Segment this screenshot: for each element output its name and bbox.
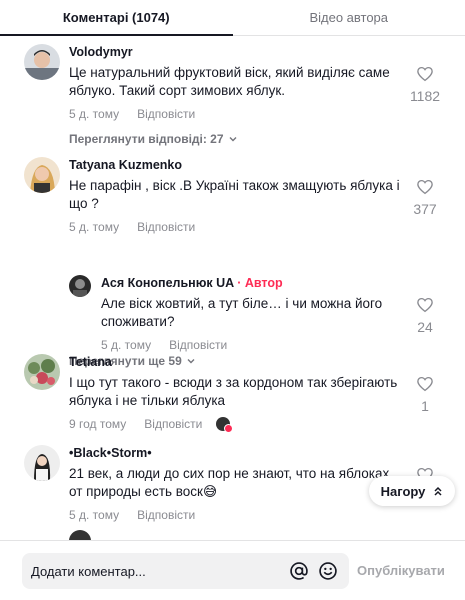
comment-time: 5 д. тому bbox=[69, 107, 120, 121]
heart-icon bbox=[417, 297, 433, 313]
comment-time: 5 д. тому bbox=[69, 508, 120, 522]
reply-username-line: Ася Конопельнюк UA · Автор bbox=[101, 275, 401, 291]
comment-username[interactable]: Tetiana bbox=[69, 354, 399, 370]
comment-input[interactable] bbox=[31, 553, 281, 589]
comment-username[interactable]: Tatyana Kuzmenko bbox=[69, 157, 409, 173]
view-replies-label: Переглянути відповіді: 27 bbox=[69, 132, 224, 146]
reply-username[interactable]: Ася Конопельнюк UA bbox=[101, 276, 234, 290]
comment-time: 5 д. тому bbox=[69, 220, 120, 234]
comment-composer: Опублікувати bbox=[0, 540, 465, 600]
post-button[interactable]: Опублікувати bbox=[357, 541, 445, 600]
reply-time: 5 д. тому bbox=[101, 338, 152, 352]
back-to-top-button[interactable]: Нагору bbox=[369, 476, 455, 506]
comment-text: Це натуральний фруктовий віск, який виді… bbox=[69, 65, 390, 98]
avatar[interactable] bbox=[24, 354, 60, 390]
separator-dot: · bbox=[237, 276, 242, 290]
heart-icon bbox=[417, 66, 433, 82]
view-replies-button[interactable]: Переглянути відповіді: 27 bbox=[69, 132, 399, 146]
reply-avatar[interactable] bbox=[69, 275, 91, 297]
heart-icon bbox=[417, 179, 433, 195]
creator-badge: Автор bbox=[244, 276, 283, 290]
comment-input-box bbox=[22, 553, 349, 589]
comment-username[interactable]: •Black•Storm• bbox=[69, 445, 399, 461]
avatar[interactable] bbox=[24, 157, 60, 193]
like-button[interactable]: 1 bbox=[405, 375, 445, 414]
emoji-icon[interactable] bbox=[318, 561, 338, 581]
tab-bar: Коментарі (1074) Відео автора bbox=[0, 0, 465, 36]
comment-list[interactable]: Volodymyr Це натуральний фруктовий віск,… bbox=[0, 36, 465, 540]
like-count: 1182 bbox=[409, 88, 441, 104]
comment-text: 21 век, а люди до сих пор не знают, что … bbox=[69, 466, 390, 499]
comment-username[interactable]: Volodymyr bbox=[69, 44, 399, 60]
reply-button[interactable]: Відповісти bbox=[137, 507, 195, 523]
like-count: 1 bbox=[421, 398, 429, 414]
reply-button[interactable]: Відповісти bbox=[137, 106, 195, 122]
tab-creator-videos[interactable]: Відео автора bbox=[233, 0, 465, 35]
reply-button[interactable]: Відповісти bbox=[169, 337, 227, 353]
comment-text: Не парафін , віск .В Україні також змащу… bbox=[69, 178, 400, 211]
comment-time: 9 год тому bbox=[69, 417, 127, 431]
like-button[interactable]: 1182 bbox=[405, 65, 445, 104]
reply-text: Але віск жовтий, а тут біле… і чи можна … bbox=[101, 296, 383, 329]
reply-button[interactable]: Відповісти bbox=[137, 219, 195, 235]
like-button[interactable]: 377 bbox=[405, 178, 445, 217]
chevron-down-icon bbox=[229, 137, 237, 142]
heart-icon bbox=[417, 376, 433, 392]
creator-liked-badge bbox=[216, 417, 234, 433]
like-count: 24 bbox=[417, 319, 433, 335]
double-chevron-up-icon bbox=[434, 486, 442, 496]
like-button[interactable]: 24 bbox=[405, 296, 445, 335]
comment-text: І що тут такого - всюди з за кордоном та… bbox=[69, 375, 398, 408]
avatar[interactable] bbox=[24, 44, 60, 80]
avatar[interactable] bbox=[69, 530, 91, 540]
tab-comments[interactable]: Коментарі (1074) bbox=[0, 0, 233, 36]
mention-icon[interactable] bbox=[289, 561, 309, 581]
like-count: 377 bbox=[413, 201, 437, 217]
avatar[interactable] bbox=[24, 445, 60, 481]
reply-button[interactable]: Відповісти bbox=[144, 416, 202, 432]
back-to-top-label: Нагору bbox=[380, 483, 426, 499]
